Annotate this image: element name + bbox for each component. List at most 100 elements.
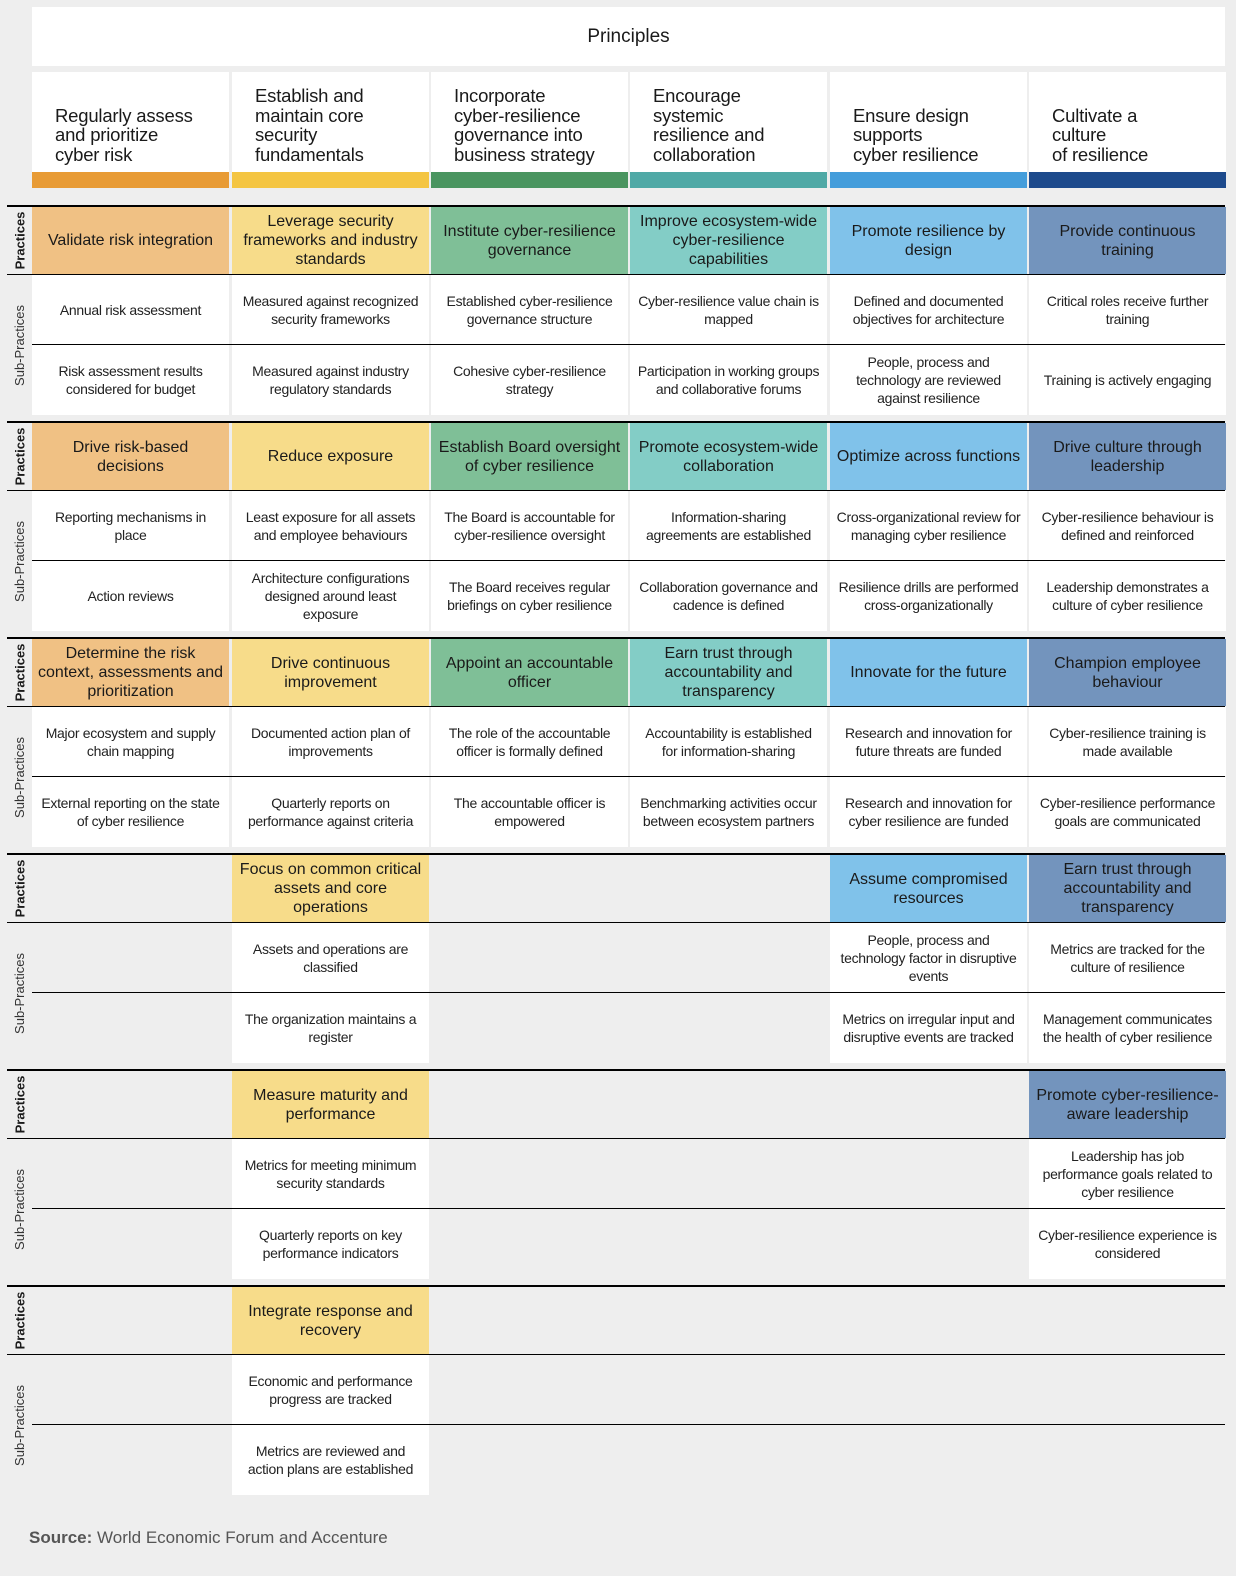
principle-label-line: supports <box>853 124 923 145</box>
practices-row-label: Practices <box>7 1287 32 1354</box>
sub-practice-cell: Leadership demonstrates a culture of cyb… <box>1029 561 1226 631</box>
principle-label-line: Cultivate a <box>1052 104 1138 126</box>
sub-practice-divider <box>32 992 1225 993</box>
sub-practices-row-label: Sub-Practices <box>7 491 32 631</box>
principle-color-bar <box>1029 172 1226 188</box>
sub-practice-cell: Quarterly reports on key performance ind… <box>232 1209 429 1279</box>
principle-label-line: resilience and <box>653 124 765 145</box>
practices-row-label: Practices <box>7 423 32 490</box>
principle-header: Incorporate cyber-resilience governance in… <box>431 72 628 188</box>
sub-practice-cell: Major ecosystem and supply chain mapping <box>32 707 229 776</box>
practice-section: Practices Sub-Practices Measure maturity… <box>7 1069 1226 1282</box>
principle-label-line: and prioritize <box>55 124 159 145</box>
sub-practice-cell: Collaboration governance and cadence is … <box>630 561 827 631</box>
practices-row-label: Practices <box>7 855 32 922</box>
sub-practice-cell: Accountability is established for inform… <box>630 707 827 776</box>
sub-practice-cell: Cross-organizational review for managing… <box>830 491 1027 560</box>
principle-label-line: maintain core <box>255 104 364 126</box>
sub-practice-divider <box>32 560 1225 561</box>
sub-practice-cell: Participation in working groups and coll… <box>630 345 827 415</box>
sub-practice-cell: Economic and performance progress are tr… <box>232 1355 429 1424</box>
sub-practice-cell: Benchmarking activities occur between ec… <box>630 777 827 847</box>
practice-sub-divider <box>7 706 1225 707</box>
practice-sub-divider <box>7 274 1225 275</box>
sub-practice-cell: Metrics for meeting minimum security sta… <box>232 1139 429 1208</box>
sub-practice-cell: External reporting on the state of cyber… <box>32 777 229 847</box>
principle-label-line: Encourage <box>653 85 741 106</box>
practice-cell: Earn trust through accountability and tr… <box>630 639 827 706</box>
sub-practice-cell: People, process and technology are revie… <box>830 345 1027 415</box>
principle-color-bar <box>32 172 229 188</box>
practices-row-label: Practices <box>7 207 32 274</box>
practice-sub-divider <box>7 490 1225 491</box>
principle-label-line: Incorporate <box>454 85 546 106</box>
sub-practice-cell: Resilience drills are performed cross-or… <box>830 561 1027 631</box>
sub-practices-row-label: Sub-Practices <box>7 1355 32 1495</box>
sub-practice-cell: Metrics are reviewed and action plans ar… <box>232 1425 429 1495</box>
practice-cell: Focus on common critical assets and core… <box>232 855 429 922</box>
section-divider <box>7 1285 1225 1287</box>
principle-label-line: security <box>255 124 318 145</box>
principle-color-bar <box>830 172 1027 188</box>
sub-practices-label-text: Sub-Practices <box>12 952 28 1034</box>
practice-cell: Drive culture through leadership <box>1029 423 1226 490</box>
principle-label-line: business strategy <box>454 143 595 165</box>
sub-practice-cell: Risk assessment results considered for b… <box>32 345 229 415</box>
practice-cell: Determine the risk context, assessments … <box>32 639 229 706</box>
sub-practice-cell: Least exposure for all assets and employ… <box>232 491 429 560</box>
practices-label-text: Practices <box>12 1291 28 1350</box>
practice-cell: Validate risk integration <box>32 207 229 274</box>
practice-sub-divider <box>7 1138 1225 1139</box>
principle-header: Regularly assess and prioritize cyber risk <box>32 72 229 188</box>
sub-practice-cell: Cyber-resilience performance goals are c… <box>1029 777 1226 847</box>
principle-label-line: cyber-resilience <box>454 104 581 126</box>
principle-header: Establish and maintain core security fundam… <box>232 72 429 188</box>
sub-practice-cell: Research and innovation for cyber resili… <box>830 777 1027 847</box>
principle-label-line: fundamentals <box>255 143 364 165</box>
practice-cell: Establish Board oversight of cyber resil… <box>431 423 628 490</box>
practices-label-text: Practices <box>12 211 28 270</box>
practices-label-text: Practices <box>12 643 28 702</box>
sub-practices-label-text: Sub-Practices <box>12 1384 28 1466</box>
sub-practice-cell: The organization maintains a register <box>232 993 429 1063</box>
sub-practice-cell: People, process and technology factor in… <box>830 923 1027 992</box>
principle-label-line: systemic <box>653 104 724 126</box>
practice-section: Practices Sub-Practices Determine the ri… <box>7 637 1226 850</box>
practice-cell: Appoint an accountable officer <box>431 639 628 706</box>
practice-cell: Drive risk-based decisions <box>32 423 229 490</box>
practice-cell: Optimize across functions <box>830 423 1027 490</box>
sub-practice-cell: Quarterly reports on performance against… <box>232 777 429 847</box>
sub-practices-row-label: Sub-Practices <box>7 707 32 847</box>
sub-practices-label-text: Sub-Practices <box>12 304 28 386</box>
sub-practice-cell: Cyber-resilience experience is considere… <box>1029 1209 1226 1279</box>
sub-practice-divider <box>32 1424 1225 1425</box>
practice-cell: Integrate response and recovery <box>232 1287 429 1354</box>
principle-label-line: Establish and <box>255 85 364 106</box>
sub-practice-cell: Management communicates the health of cy… <box>1029 993 1226 1063</box>
principle-label: Encourage systemic resilience and collabora… <box>653 86 819 164</box>
sub-practice-cell: Cyber-resilience value chain is mapped <box>630 275 827 344</box>
principle-label-line: governance into <box>454 124 583 145</box>
sub-practice-cell: Defined and documented objectives for ar… <box>830 275 1027 344</box>
practice-section: Practices Sub-Practices Validate risk in… <box>7 205 1226 418</box>
practice-cell: Institute cyber-resilience governance <box>431 207 628 274</box>
sub-practice-cell: The accountable officer is empowered <box>431 777 628 847</box>
sub-practice-divider <box>32 776 1225 777</box>
principle-color-bar <box>232 172 429 188</box>
sub-practice-cell: Assets and operations are classified <box>232 923 429 992</box>
principle-label-line: collaboration <box>653 143 756 165</box>
practice-section: Practices Sub-Practices Integrate respon… <box>7 1285 1225 1498</box>
sub-practice-divider <box>32 1208 1225 1209</box>
principle-label-line: cyber risk <box>55 143 133 165</box>
sub-practice-cell: Metrics are tracked for the culture of r… <box>1029 923 1226 992</box>
sub-practice-cell: Architecture configurations designed aro… <box>232 561 429 631</box>
sub-practice-cell: Cyber-resilience behaviour is defined an… <box>1029 491 1226 560</box>
sub-practice-cell: Critical roles receive further training <box>1029 275 1226 344</box>
sub-practice-cell: Research and innovation for future threa… <box>830 707 1027 776</box>
practices-label-text: Practices <box>12 427 28 486</box>
practice-cell: Drive continuous improvement <box>232 639 429 706</box>
principle-color-bar <box>630 172 827 188</box>
sub-practices-row-label: Sub-Practices <box>7 275 32 415</box>
sub-practice-cell: Measured against recognized security fra… <box>232 275 429 344</box>
source-note: Source: World Economic Forum and Accentu… <box>29 1528 388 1548</box>
